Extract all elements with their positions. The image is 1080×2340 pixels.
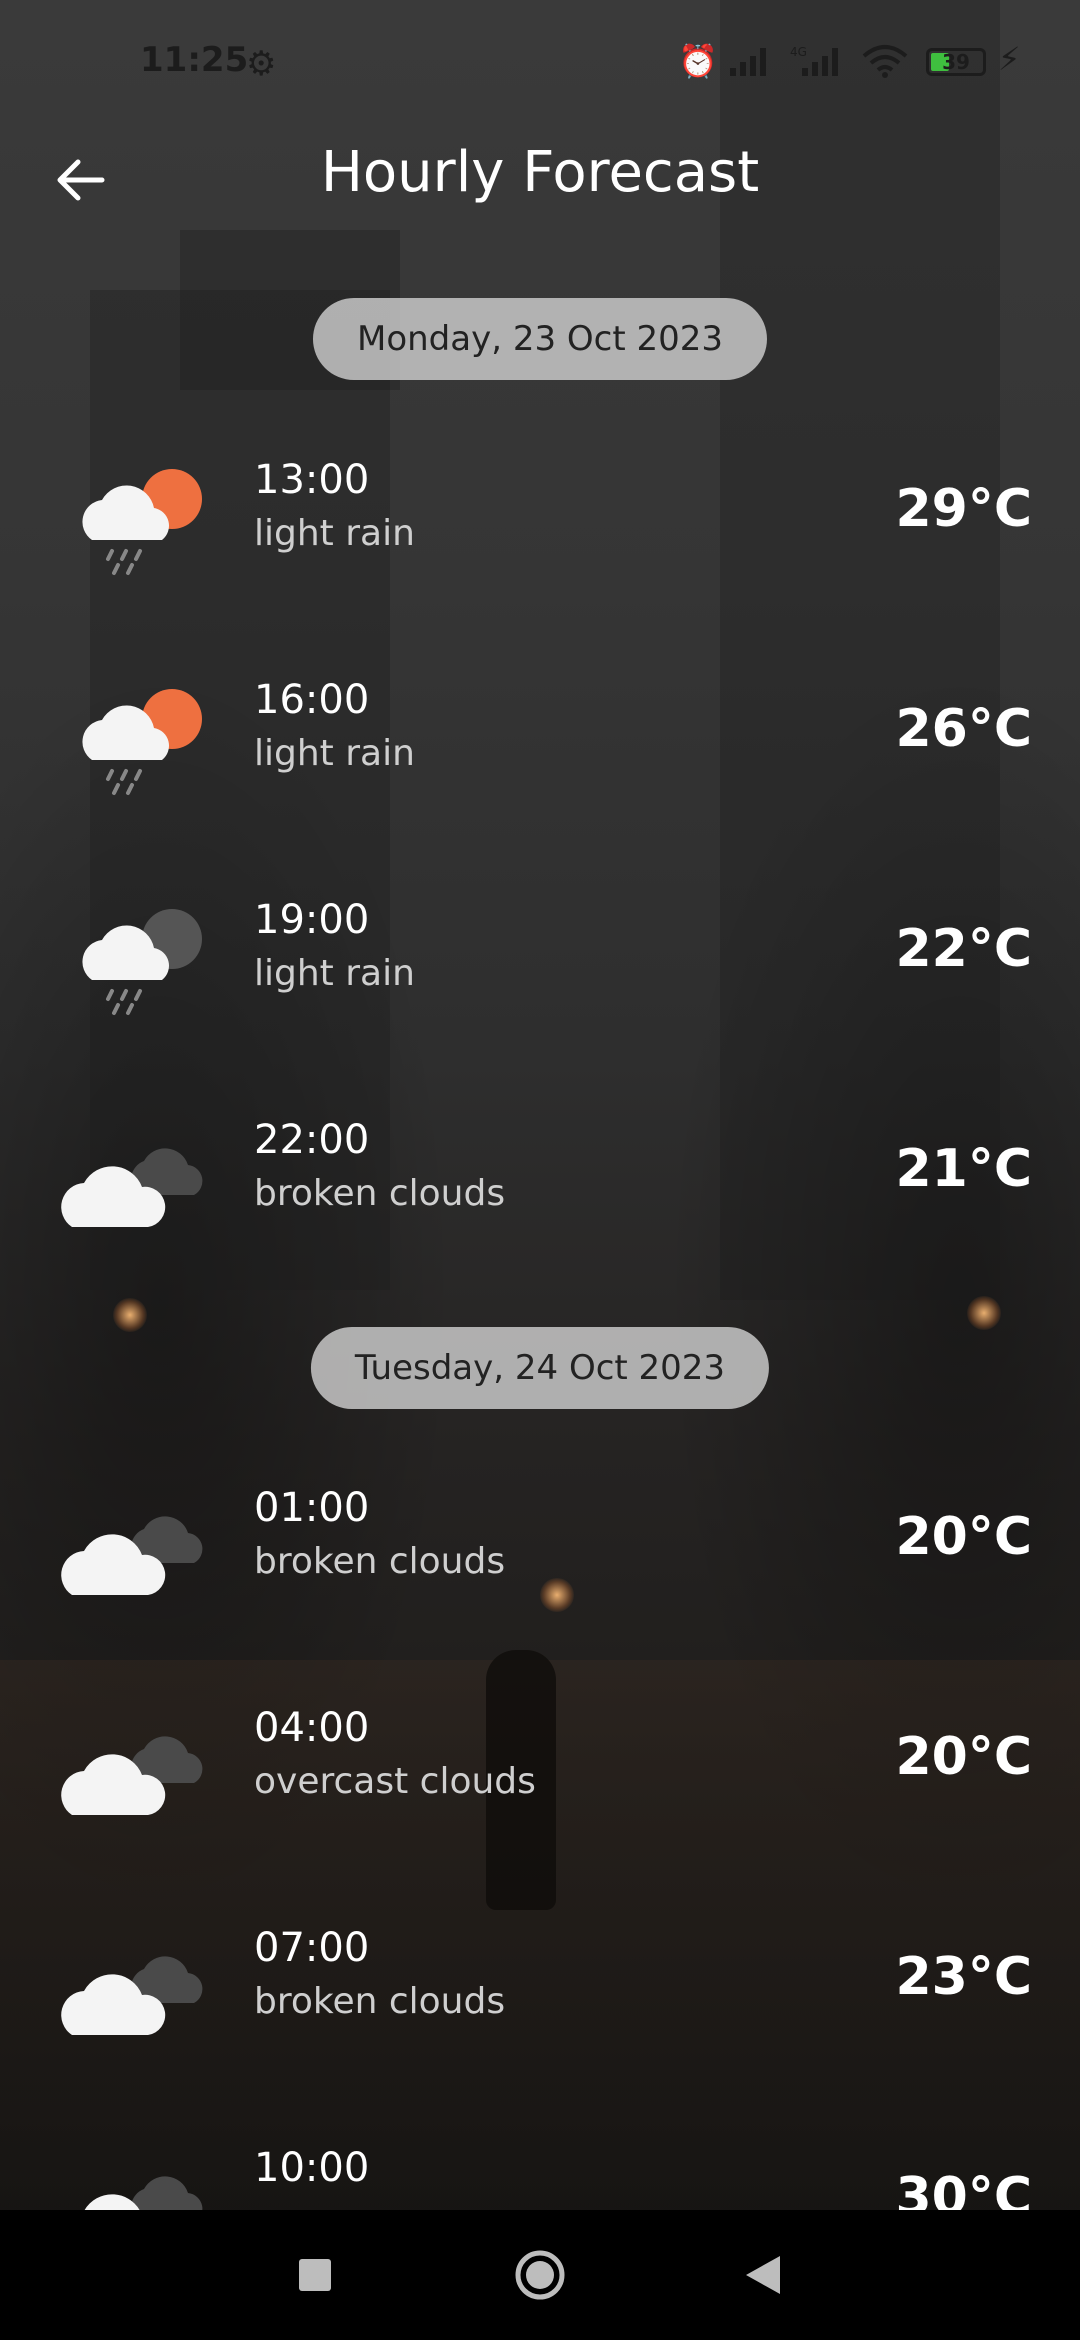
forecast-temperature: 26°C xyxy=(895,699,1032,759)
forecast-row[interactable]: 04:00 overcast clouds 20°C xyxy=(0,1693,1080,1853)
forecast-hour: 04:00 xyxy=(254,1705,370,1751)
forecast-hour: 01:00 xyxy=(254,1485,370,1531)
broken-clouds-icon xyxy=(61,1516,203,1595)
forecast-description: light rain xyxy=(254,513,415,554)
broken-clouds-icon xyxy=(61,1148,203,1227)
forecast-row[interactable]: 16:00 light rain 26°C xyxy=(0,665,1080,825)
status-time: 11:25 xyxy=(140,40,249,80)
alarm-icon: ⏰ xyxy=(678,42,718,80)
charging-icon: ⚡ xyxy=(998,40,1021,78)
forecast-hour: 16:00 xyxy=(254,677,370,723)
settings-gear-icon: ⚙ xyxy=(246,44,277,84)
forecast-temperature: 29°C xyxy=(895,479,1032,539)
forecast-hour: 19:00 xyxy=(254,897,370,943)
broken-clouds-icon xyxy=(61,1956,203,2035)
svg-text:4G: 4G xyxy=(790,45,807,59)
forecast-temperature: 23°C xyxy=(895,1947,1032,2007)
forecast-row[interactable]: 01:00 broken clouds 20°C xyxy=(0,1473,1080,1633)
forecast-row[interactable]: 22:00 broken clouds 21°C xyxy=(0,1105,1080,1265)
home-button[interactable] xyxy=(505,2240,575,2310)
forecast-row[interactable]: 19:00 light rain 22°C xyxy=(0,885,1080,1045)
wifi-icon xyxy=(862,45,908,78)
forecast-hour: 07:00 xyxy=(254,1925,370,1971)
rain-sun-icon xyxy=(82,469,202,575)
forecast-hour: 13:00 xyxy=(254,457,370,503)
overcast-clouds-icon xyxy=(61,1736,203,1815)
signal-icon xyxy=(730,48,766,76)
forecast-description: broken clouds xyxy=(254,1541,506,1582)
forecast-description: light rain xyxy=(254,953,415,994)
forecast-temperature: 20°C xyxy=(895,1727,1032,1787)
forecast-temperature: 20°C xyxy=(895,1507,1032,1567)
forecast-description: broken clouds xyxy=(254,1981,506,2022)
forecast-description: broken clouds xyxy=(254,1173,506,1214)
date-header: Monday, 23 Oct 2023 xyxy=(312,298,768,380)
rain-sun-icon xyxy=(82,689,202,795)
forecast-row[interactable]: 07:00 broken clouds 23°C xyxy=(0,1913,1080,2073)
forecast-temperature: 21°C xyxy=(895,1139,1032,1199)
street-lamp xyxy=(967,1296,1001,1330)
forecast-description: overcast clouds xyxy=(254,1761,536,1802)
street-lamp xyxy=(113,1298,147,1332)
date-header: Tuesday, 24 Oct 2023 xyxy=(310,1327,770,1409)
forecast-hour: 22:00 xyxy=(254,1117,370,1163)
navigation-bar xyxy=(0,2210,1080,2340)
status-bar: 11:25 ⚙ ⏰ 4G 39 ⚡ xyxy=(0,0,1080,126)
forecast-hour: 10:00 xyxy=(254,2145,370,2191)
signal-4g-icon: 4G xyxy=(790,45,838,76)
forecast-temperature: 22°C xyxy=(895,919,1032,979)
forecast-description: light rain xyxy=(254,733,415,774)
rain-moon-icon xyxy=(82,909,202,1015)
battery-level: 39 xyxy=(942,50,970,74)
battery-icon: 39 xyxy=(926,48,986,76)
back-button[interactable] xyxy=(728,2240,798,2310)
forecast-row[interactable]: 13:00 light rain 29°C xyxy=(0,445,1080,605)
page-title: Hourly Forecast xyxy=(320,140,760,205)
recent-apps-button[interactable] xyxy=(280,2240,350,2310)
